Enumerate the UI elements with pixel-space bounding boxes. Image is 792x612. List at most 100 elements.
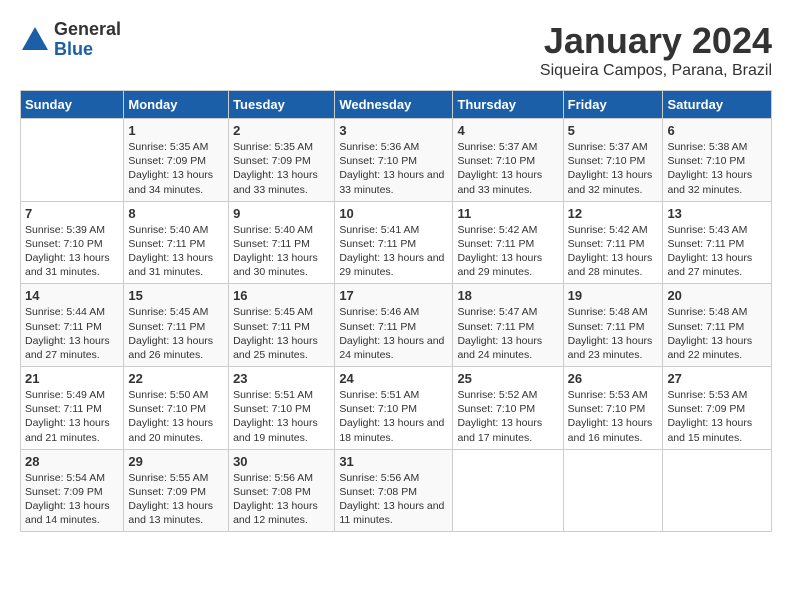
calendar-cell: 5 Sunrise: 5:37 AMSunset: 7:10 PMDaylight… — [563, 119, 663, 202]
title-block: January 2024 Siqueira Campos, Parana, Br… — [540, 20, 772, 80]
calendar-cell: 11 Sunrise: 5:42 AMSunset: 7:11 PMDayligh… — [453, 201, 563, 284]
calendar-cell: 12 Sunrise: 5:42 AMSunset: 7:11 PMDayligh… — [563, 201, 663, 284]
day-info: Sunrise: 5:37 AMSunset: 7:10 PMDaylight:… — [457, 140, 558, 197]
header-tuesday: Tuesday — [229, 91, 335, 119]
day-info: Sunrise: 5:37 AMSunset: 7:10 PMDaylight:… — [568, 140, 659, 197]
day-info: Sunrise: 5:53 AMSunset: 7:10 PMDaylight:… — [568, 388, 659, 445]
calendar-cell: 18Sunrise: 5:47 AMSunset: 7:11 PMDayligh… — [453, 284, 563, 367]
header-thursday: Thursday — [453, 91, 563, 119]
day-number: 9 — [233, 206, 330, 221]
logo-icon — [20, 25, 50, 55]
day-info: Sunrise: 5:42 AMSunset: 7:11 PMDaylight:… — [568, 223, 659, 280]
day-number: 14 — [25, 288, 119, 303]
day-number: 13 — [667, 206, 767, 221]
logo-blue: Blue — [54, 40, 121, 60]
day-number: 20 — [667, 288, 767, 303]
day-info: Sunrise: 5:42 AMSunset: 7:11 PMDaylight:… — [457, 223, 558, 280]
calendar-cell: 4 Sunrise: 5:37 AMSunset: 7:10 PMDaylight… — [453, 119, 563, 202]
calendar-cell: 28 Sunrise: 5:54 AMSunset: 7:09 PMDayligh… — [21, 449, 124, 532]
day-info: Sunrise: 5:39 AMSunset: 7:10 PMDaylight:… — [25, 223, 119, 280]
day-number: 28 — [25, 454, 119, 469]
day-number: 2 — [233, 123, 330, 138]
calendar-cell: 17 Sunrise: 5:46 AMSunset: 7:11 PMDayligh… — [335, 284, 453, 367]
logo-general: General — [54, 20, 121, 40]
day-number: 5 — [568, 123, 659, 138]
day-number: 21 — [25, 371, 119, 386]
logo: General Blue — [20, 20, 121, 60]
day-info: Sunrise: 5:35 AMSunset: 7:09 PMDaylight:… — [233, 140, 330, 197]
day-info: Sunrise: 5:35 AMSunset: 7:09 PMDaylight:… — [128, 140, 224, 197]
day-number: 10 — [339, 206, 448, 221]
day-info: Sunrise: 5:46 AMSunset: 7:11 PMDaylight:… — [339, 305, 448, 362]
day-number: 30 — [233, 454, 330, 469]
calendar-cell: 22Sunrise: 5:50 AMSunset: 7:10 PMDayligh… — [124, 367, 229, 450]
header-sunday: Sunday — [21, 91, 124, 119]
day-info: Sunrise: 5:49 AMSunset: 7:11 PMDaylight:… — [25, 388, 119, 445]
day-number: 25 — [457, 371, 558, 386]
day-info: Sunrise: 5:52 AMSunset: 7:10 PMDaylight:… — [457, 388, 558, 445]
day-info: Sunrise: 5:44 AMSunset: 7:11 PMDaylight:… — [25, 305, 119, 362]
calendar-week-3: 14 Sunrise: 5:44 AMSunset: 7:11 PMDayligh… — [21, 284, 772, 367]
header-saturday: Saturday — [663, 91, 772, 119]
calendar-cell: 8 Sunrise: 5:40 AMSunset: 7:11 PMDaylight… — [124, 201, 229, 284]
day-info: Sunrise: 5:56 AMSunset: 7:08 PMDaylight:… — [233, 471, 330, 528]
calendar-cell: 15Sunrise: 5:45 AMSunset: 7:11 PMDayligh… — [124, 284, 229, 367]
day-number: 17 — [339, 288, 448, 303]
calendar-cell: 10 Sunrise: 5:41 AMSunset: 7:11 PMDayligh… — [335, 201, 453, 284]
calendar-cell: 13 Sunrise: 5:43 AMSunset: 7:11 PMDayligh… — [663, 201, 772, 284]
day-info: Sunrise: 5:38 AMSunset: 7:10 PMDaylight:… — [667, 140, 767, 197]
day-info: Sunrise: 5:45 AMSunset: 7:11 PMDaylight:… — [233, 305, 330, 362]
calendar-cell: 9 Sunrise: 5:40 AMSunset: 7:11 PMDaylight… — [229, 201, 335, 284]
day-number: 19 — [568, 288, 659, 303]
day-number: 26 — [568, 371, 659, 386]
calendar-week-2: 7Sunrise: 5:39 AMSunset: 7:10 PMDaylight… — [21, 201, 772, 284]
day-number: 1 — [128, 123, 224, 138]
calendar-cell: 29Sunrise: 5:55 AMSunset: 7:09 PMDayligh… — [124, 449, 229, 532]
calendar-cell: 26 Sunrise: 5:53 AMSunset: 7:10 PMDayligh… — [563, 367, 663, 450]
day-number: 24 — [339, 371, 448, 386]
day-number: 18 — [457, 288, 558, 303]
day-info: Sunrise: 5:41 AMSunset: 7:11 PMDaylight:… — [339, 223, 448, 280]
calendar-table: SundayMondayTuesdayWednesdayThursdayFrid… — [20, 90, 772, 532]
header-monday: Monday — [124, 91, 229, 119]
calendar-cell — [663, 449, 772, 532]
day-number: 29 — [128, 454, 224, 469]
day-info: Sunrise: 5:48 AMSunset: 7:11 PMDaylight:… — [568, 305, 659, 362]
day-number: 16 — [233, 288, 330, 303]
calendar-cell: 31 Sunrise: 5:56 AMSunset: 7:08 PMDayligh… — [335, 449, 453, 532]
day-info: Sunrise: 5:51 AMSunset: 7:10 PMDaylight:… — [233, 388, 330, 445]
day-info: Sunrise: 5:36 AMSunset: 7:10 PMDaylight:… — [339, 140, 448, 197]
day-number: 4 — [457, 123, 558, 138]
calendar-cell: 23Sunrise: 5:51 AMSunset: 7:10 PMDayligh… — [229, 367, 335, 450]
calendar-cell: 25 Sunrise: 5:52 AMSunset: 7:10 PMDayligh… — [453, 367, 563, 450]
calendar-cell: 20 Sunrise: 5:48 AMSunset: 7:11 PMDayligh… — [663, 284, 772, 367]
day-info: Sunrise: 5:56 AMSunset: 7:08 PMDaylight:… — [339, 471, 448, 528]
day-number: 8 — [128, 206, 224, 221]
location-subtitle: Siqueira Campos, Parana, Brazil — [540, 62, 772, 80]
day-info: Sunrise: 5:45 AMSunset: 7:11 PMDaylight:… — [128, 305, 224, 362]
day-number: 31 — [339, 454, 448, 469]
calendar-cell: 30 Sunrise: 5:56 AMSunset: 7:08 PMDayligh… — [229, 449, 335, 532]
day-number: 6 — [667, 123, 767, 138]
calendar-cell: 3Sunrise: 5:36 AMSunset: 7:10 PMDaylight… — [335, 119, 453, 202]
calendar-cell: 7Sunrise: 5:39 AMSunset: 7:10 PMDaylight… — [21, 201, 124, 284]
calendar-cell: 19 Sunrise: 5:48 AMSunset: 7:11 PMDayligh… — [563, 284, 663, 367]
calendar-week-5: 28 Sunrise: 5:54 AMSunset: 7:09 PMDayligh… — [21, 449, 772, 532]
calendar-week-4: 21 Sunrise: 5:49 AMSunset: 7:11 PMDayligh… — [21, 367, 772, 450]
day-info: Sunrise: 5:51 AMSunset: 7:10 PMDaylight:… — [339, 388, 448, 445]
day-number: 11 — [457, 206, 558, 221]
day-info: Sunrise: 5:53 AMSunset: 7:09 PMDaylight:… — [667, 388, 767, 445]
day-info: Sunrise: 5:43 AMSunset: 7:11 PMDaylight:… — [667, 223, 767, 280]
header-wednesday: Wednesday — [335, 91, 453, 119]
day-info: Sunrise: 5:50 AMSunset: 7:10 PMDaylight:… — [128, 388, 224, 445]
calendar-header-row: SundayMondayTuesdayWednesdayThursdayFrid… — [21, 91, 772, 119]
day-info: Sunrise: 5:54 AMSunset: 7:09 PMDaylight:… — [25, 471, 119, 528]
day-info: Sunrise: 5:40 AMSunset: 7:11 PMDaylight:… — [128, 223, 224, 280]
calendar-cell: 6 Sunrise: 5:38 AMSunset: 7:10 PMDaylight… — [663, 119, 772, 202]
day-info: Sunrise: 5:40 AMSunset: 7:11 PMDaylight:… — [233, 223, 330, 280]
calendar-cell: 2 Sunrise: 5:35 AMSunset: 7:09 PMDaylight… — [229, 119, 335, 202]
day-info: Sunrise: 5:48 AMSunset: 7:11 PMDaylight:… — [667, 305, 767, 362]
calendar-cell: 16 Sunrise: 5:45 AMSunset: 7:11 PMDayligh… — [229, 284, 335, 367]
calendar-cell: 1 Sunrise: 5:35 AMSunset: 7:09 PMDaylight… — [124, 119, 229, 202]
day-number: 12 — [568, 206, 659, 221]
